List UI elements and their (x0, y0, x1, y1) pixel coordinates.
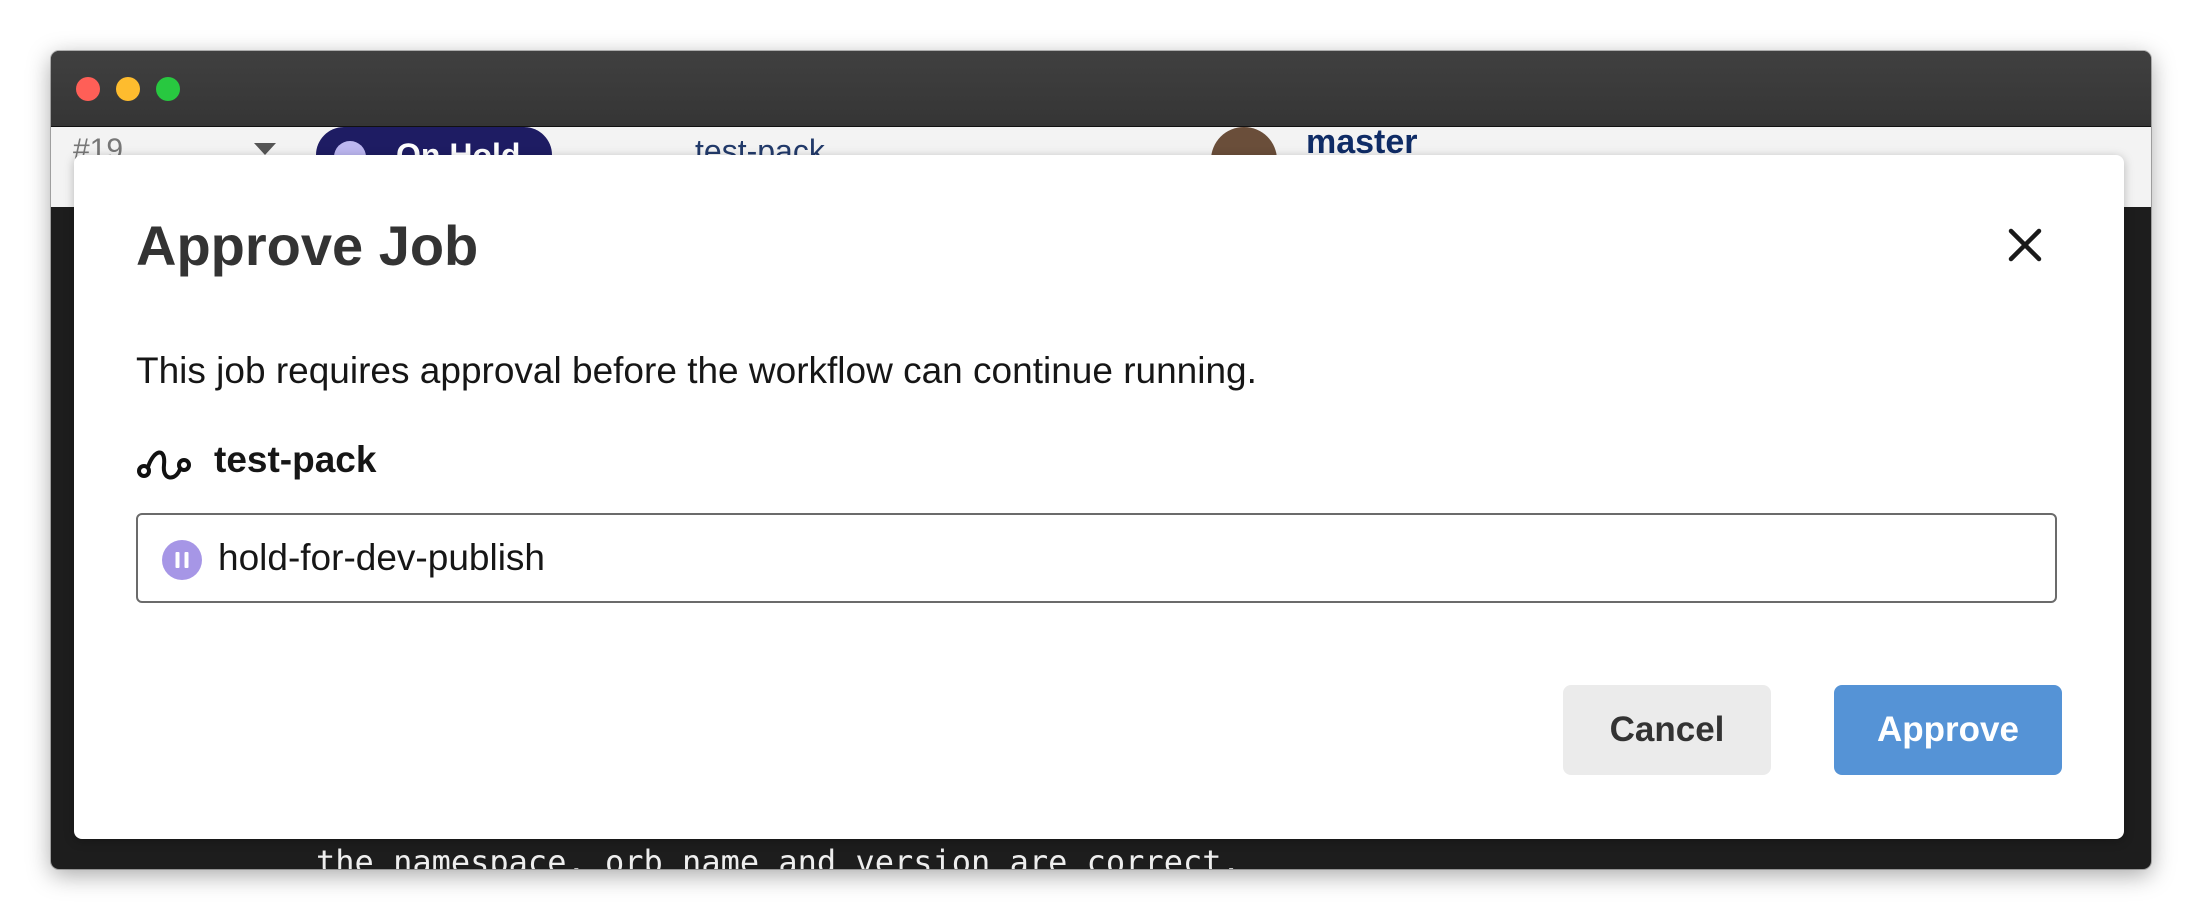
title-bar (51, 51, 2151, 127)
cancel-button[interactable]: Cancel (1563, 685, 1771, 775)
pause-circle-icon (162, 540, 202, 580)
close-window-button[interactable] (76, 77, 100, 101)
job-name: test-pack (214, 439, 377, 480)
dialog-title: Approve Job (136, 214, 479, 277)
hold-job-name: hold-for-dev-publish (218, 537, 546, 578)
background-code-line: the namespace, orb name and version are … (316, 843, 1241, 869)
workflow-icon (137, 450, 191, 480)
minimize-window-button[interactable] (116, 77, 140, 101)
close-icon (2008, 228, 2042, 262)
chevron-down-icon (254, 143, 276, 155)
hold-job-selector[interactable]: hold-for-dev-publish (136, 513, 2057, 603)
approve-job-dialog: Approve Job This job requires approval b… (74, 155, 2124, 839)
app-window: #19 On Hold test-pack master the namespa… (51, 51, 2151, 869)
zoom-window-button[interactable] (156, 77, 180, 101)
close-dialog-button[interactable] (2003, 223, 2047, 267)
approve-button[interactable]: Approve (1834, 685, 2062, 775)
dialog-description: This job requires approval before the wo… (136, 350, 1257, 391)
